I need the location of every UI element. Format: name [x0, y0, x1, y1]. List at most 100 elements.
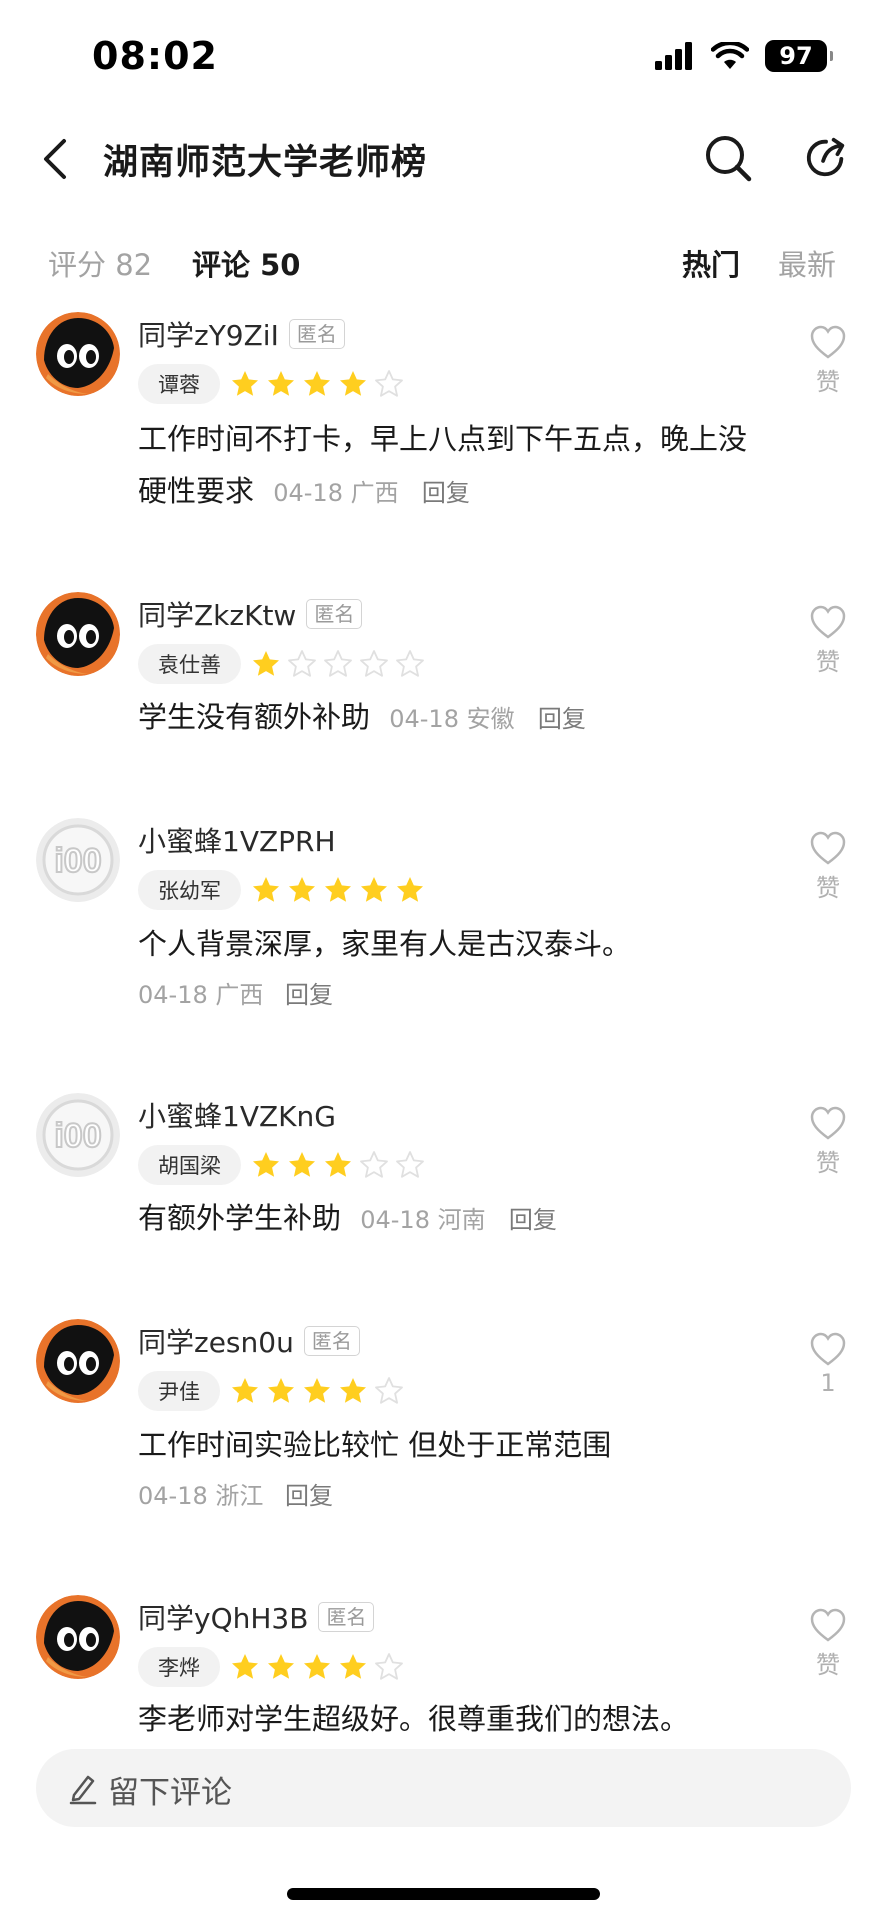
- comment-input[interactable]: 留下评论: [36, 1749, 851, 1827]
- comment-item: 同学zY9ZiI 匿名 谭蓉 工作时间不打卡，早上八点到下午五点，晚上没硬性要求…: [0, 312, 887, 542]
- comment-date: 04-18: [389, 705, 459, 733]
- comment-item: 同学zesn0u 匿名 尹佳 工作时间实验比较忙 但处于正常范围 04-18 浙…: [0, 1319, 887, 1549]
- star-rating: [251, 649, 425, 679]
- like-count: 赞: [816, 1149, 840, 1177]
- battery-indicator: 97: [765, 40, 833, 72]
- username[interactable]: 同学yQhH3B: [138, 1597, 308, 1637]
- comment-location: 河南: [437, 1206, 486, 1234]
- teacher-tag[interactable]: 谭蓉: [138, 364, 220, 404]
- comment-text: 个人背景深厚，家里有人是古汉泰斗。: [138, 918, 758, 970]
- avatar[interactable]: [36, 312, 120, 396]
- username[interactable]: 小蜜蜂1VZPRH: [138, 820, 336, 860]
- heart-icon[interactable]: [809, 604, 847, 640]
- comment-location: 安徽: [466, 705, 515, 733]
- tabs-bar: 评分 82 评论 50 热门 最新: [0, 238, 887, 288]
- comment-date: 04-18: [360, 1206, 430, 1234]
- tab-comments[interactable]: 评论 50: [192, 242, 300, 284]
- teacher-tag[interactable]: 尹佳: [138, 1371, 220, 1411]
- star-filled-icon: [361, 877, 387, 902]
- username[interactable]: 同学ZkzKtw: [138, 594, 296, 634]
- like-button[interactable]: 赞: [808, 830, 848, 903]
- comment-date: 04-18: [138, 981, 208, 1009]
- reply-button[interactable]: 回复: [509, 1206, 557, 1234]
- like-count: 1: [820, 1369, 836, 1397]
- page-title: 湖南师范大学老师榜: [103, 143, 428, 183]
- back-icon[interactable]: [36, 136, 76, 182]
- comment-body: 个人背景深厚，家里有人是古汉泰斗。: [138, 927, 632, 961]
- comment-body: 李老师对学生超级好。很尊重我们的想法。: [138, 1702, 690, 1736]
- star-rating: [251, 875, 425, 905]
- comment-item: 同学ZkzKtw 匿名 袁仕善 学生没有额外补助 04-18 安徽 回复 赞: [0, 592, 887, 782]
- pencil-icon: [69, 1775, 97, 1805]
- star-filled-icon: [289, 877, 315, 902]
- comment-input-placeholder[interactable]: 留下评论: [108, 1767, 232, 1812]
- username[interactable]: 同学zY9ZiI: [138, 314, 279, 354]
- anonymous-badge: 匿名: [306, 599, 363, 629]
- heart-icon[interactable]: [809, 1331, 847, 1367]
- username[interactable]: 小蜜蜂1VZKnG: [138, 1095, 336, 1135]
- like-button[interactable]: 赞: [808, 1105, 848, 1178]
- star-rating: [230, 369, 404, 399]
- sort-new-tab[interactable]: 最新: [778, 242, 836, 284]
- teacher-tag[interactable]: 李烨: [138, 1647, 220, 1687]
- star-empty-icon: [396, 1151, 424, 1178]
- heart-icon[interactable]: [809, 1607, 847, 1643]
- svg-text:i00: i00: [54, 842, 101, 880]
- star-filled-icon: [268, 1378, 294, 1403]
- tab-rating[interactable]: 评分 82: [48, 242, 152, 284]
- star-filled-icon: [268, 371, 294, 396]
- teacher-tag[interactable]: 袁仕善: [138, 644, 241, 684]
- star-filled-icon: [325, 877, 351, 902]
- star-rating: [230, 1376, 404, 1406]
- avatar[interactable]: [36, 592, 120, 676]
- reply-button[interactable]: 回复: [422, 479, 470, 507]
- star-empty-icon: [375, 370, 403, 397]
- anonymous-badge: 匿名: [318, 1602, 375, 1632]
- heart-icon[interactable]: [809, 1105, 847, 1141]
- star-filled-icon: [325, 1152, 351, 1177]
- star-filled-icon: [340, 1654, 366, 1679]
- wifi-icon: [711, 42, 749, 69]
- comment-text: 李老师对学生超级好。很尊重我们的想法。: [138, 1693, 758, 1745]
- like-count: 赞: [816, 648, 840, 676]
- comment-date: 04-18: [273, 479, 343, 507]
- comment-body: 有额外学生补助: [138, 1201, 342, 1235]
- avatar[interactable]: [36, 1319, 120, 1403]
- comment-text: 学生没有额外补助 04-18 安徽 回复: [138, 691, 758, 745]
- like-button[interactable]: 赞: [808, 604, 848, 677]
- teacher-tag[interactable]: 张幼军: [138, 870, 241, 910]
- avatar[interactable]: i00: [36, 1093, 120, 1177]
- like-button[interactable]: 赞: [808, 1607, 848, 1680]
- comment-item: i00 小蜜蜂1VZKnG 胡国梁 有额外学生补助 04-18 河南 回复 赞: [0, 1093, 887, 1283]
- star-empty-icon: [360, 1151, 388, 1178]
- star-filled-icon: [289, 1152, 315, 1177]
- teacher-tag[interactable]: 胡国梁: [138, 1145, 241, 1185]
- like-button[interactable]: 1: [808, 1331, 848, 1397]
- like-count: 赞: [816, 874, 840, 902]
- star-filled-icon: [268, 1654, 294, 1679]
- avatar[interactable]: i00: [36, 818, 120, 902]
- anonymous-badge: 匿名: [288, 319, 345, 349]
- reply-button[interactable]: 回复: [285, 1482, 333, 1510]
- comment-text: 工作时间实验比较忙 但处于正常范围: [138, 1419, 758, 1471]
- star-empty-icon: [288, 650, 316, 677]
- search-icon[interactable]: [704, 134, 752, 182]
- star-empty-icon: [396, 650, 424, 677]
- sort-hot-tab[interactable]: 热门: [682, 242, 740, 284]
- share-icon[interactable]: [803, 134, 849, 182]
- username[interactable]: 同学zesn0u: [138, 1321, 294, 1361]
- avatar[interactable]: [36, 1595, 120, 1679]
- heart-icon[interactable]: [809, 324, 847, 360]
- status-icons: 97: [655, 40, 833, 72]
- star-empty-icon: [375, 1653, 403, 1680]
- status-time: 08:02: [92, 34, 218, 78]
- reply-button[interactable]: 回复: [285, 981, 333, 1009]
- reply-button[interactable]: 回复: [538, 705, 586, 733]
- heart-icon[interactable]: [809, 830, 847, 866]
- status-bar: 08:02 97: [0, 0, 887, 120]
- like-button[interactable]: 赞: [808, 324, 848, 397]
- star-filled-icon: [304, 371, 330, 396]
- star-rating: [230, 1652, 404, 1682]
- star-filled-icon: [253, 877, 279, 902]
- comment-body: 工作时间实验比较忙 但处于正常范围: [138, 1428, 612, 1462]
